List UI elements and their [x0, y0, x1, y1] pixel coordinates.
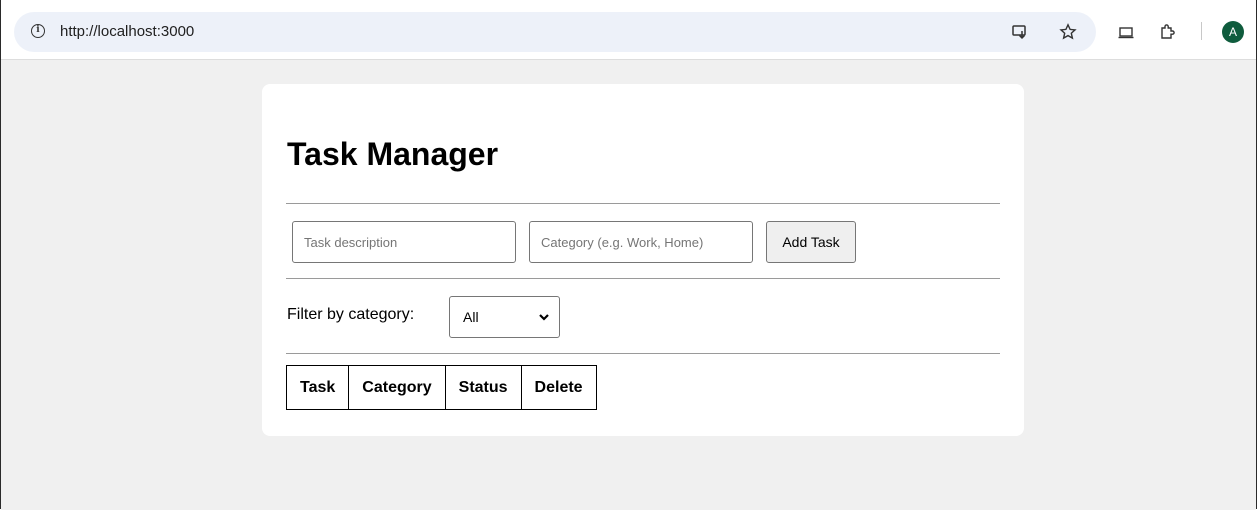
column-header-status: Status	[444, 365, 522, 410]
column-header-category: Category	[348, 365, 446, 410]
category-filter-select[interactable]: All	[449, 296, 560, 338]
extensions-icon[interactable]	[1158, 22, 1178, 42]
column-header-delete: Delete	[520, 365, 597, 410]
browser-toolbar: i http://localhost:3000 A	[1, 0, 1256, 60]
install-app-icon[interactable]	[1010, 22, 1030, 42]
divider	[286, 203, 1000, 204]
column-header-task: Task	[285, 365, 350, 410]
toolbar-divider	[1201, 22, 1202, 40]
page-viewport: Task Manager Add Task Filter by category…	[1, 60, 1256, 510]
info-icon[interactable]: i	[31, 24, 45, 38]
device-icon[interactable]	[1116, 22, 1136, 42]
address-bar[interactable]: i http://localhost:3000	[14, 12, 1096, 52]
divider	[286, 353, 1000, 354]
bookmark-star-icon[interactable]	[1058, 22, 1078, 42]
profile-avatar[interactable]: A	[1222, 21, 1244, 43]
filter-label: Filter by category:	[287, 306, 415, 323]
chevron-down-icon	[537, 310, 551, 324]
task-manager-card: Task Manager Add Task Filter by category…	[262, 84, 1024, 436]
url-text[interactable]: http://localhost:3000	[60, 23, 194, 40]
table-header-row: Task Category Status Delete	[285, 365, 597, 410]
add-task-button[interactable]: Add Task	[766, 221, 856, 263]
page-title: Task Manager	[287, 136, 499, 172]
divider	[286, 278, 1000, 279]
category-input[interactable]	[529, 221, 753, 263]
task-description-input[interactable]	[292, 221, 516, 263]
selected-filter-value: All	[463, 309, 479, 325]
task-table: Task Category Status Delete	[285, 365, 597, 410]
